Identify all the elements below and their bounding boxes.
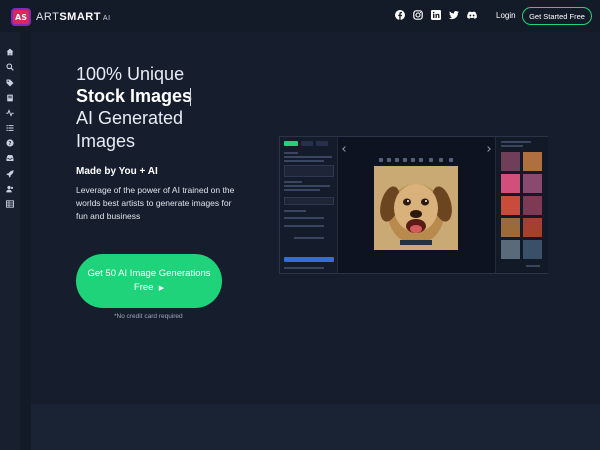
get-started-button[interactable]: Get Started Free	[522, 7, 592, 25]
discord-icon[interactable]	[467, 10, 477, 20]
gallery-thumbnail	[523, 174, 542, 193]
preview-text-line	[284, 181, 302, 183]
preview-text-line	[526, 265, 540, 267]
preview-tab	[301, 141, 313, 146]
preview-settings-panel	[280, 137, 338, 273]
preview-text-line	[284, 160, 324, 162]
svg-text:?: ?	[9, 141, 12, 147]
chevron-right-icon	[485, 146, 491, 152]
linkedin-icon[interactable]	[431, 10, 441, 20]
preview-text-line	[284, 156, 332, 158]
book-icon[interactable]	[6, 94, 14, 102]
brand-suffix: AI	[102, 15, 111, 22]
list-icon[interactable]	[6, 124, 14, 132]
hero-line-3: AI Generated	[76, 108, 184, 128]
brand-part-smart: SMART	[59, 11, 101, 23]
preview-tool-icon	[419, 158, 423, 162]
preview-tool-icon	[449, 158, 453, 162]
cta-free-label: Free	[133, 281, 154, 293]
top-header: AS ARTSMART AI Login Get Started Free	[0, 0, 600, 32]
preview-slider	[284, 217, 324, 219]
preview-tool-icon	[387, 158, 391, 162]
logo-icon[interactable]: AS	[11, 8, 31, 26]
gallery-thumbnail	[523, 240, 542, 259]
preview-tab	[284, 141, 298, 146]
rocket-icon[interactable]	[6, 170, 14, 178]
gallery-thumbnail	[501, 218, 520, 237]
chevron-left-icon	[342, 146, 348, 152]
tag-icon[interactable]	[6, 79, 14, 87]
get-free-generations-button[interactable]: Get 50 AI Image Generations Free ▶	[76, 254, 222, 308]
twitter-icon[interactable]	[449, 10, 459, 20]
cta-line-1: Get 50 AI Image Generations	[87, 267, 211, 279]
search-icon[interactable]	[6, 63, 14, 71]
home-icon[interactable]	[6, 48, 14, 56]
inbox-icon[interactable]	[6, 154, 14, 162]
preview-gallery-panel	[495, 137, 548, 273]
gallery-thumbnail	[523, 218, 542, 237]
activity-icon[interactable]	[6, 109, 14, 117]
preview-canvas-area	[339, 137, 494, 273]
table-icon[interactable]	[6, 200, 14, 208]
made-by-heading: Made by You + AI	[76, 166, 158, 177]
cta-line-2: Free ▶	[134, 281, 164, 296]
hero-description: Leverage of the power of AI trained on t…	[76, 185, 235, 221]
help-icon[interactable]: ?	[6, 139, 14, 147]
preview-text-line	[284, 210, 306, 212]
play-arrow-icon: ▶	[158, 284, 165, 292]
dog-illustration	[374, 166, 458, 250]
lower-section	[31, 404, 600, 450]
preview-slider	[284, 225, 324, 227]
gallery-thumbnail	[523, 196, 542, 215]
preview-text-line	[284, 189, 320, 191]
preview-text-line	[501, 145, 523, 147]
brand-name[interactable]: ARTSMART AI	[36, 11, 111, 23]
preview-tab	[316, 141, 328, 146]
preview-tool-icon	[429, 158, 433, 162]
preview-text-line	[284, 152, 298, 154]
preview-tool-icon	[403, 158, 407, 162]
gallery-thumbnail	[501, 174, 520, 193]
gallery-thumbnail	[501, 152, 520, 171]
preview-option-box	[284, 197, 334, 205]
no-credit-card-note: *No credit card required	[114, 313, 183, 320]
preview-prompt-box	[284, 165, 334, 177]
gallery-thumbnail	[501, 196, 520, 215]
instagram-icon[interactable]	[413, 10, 423, 20]
hero-line-4: Images	[76, 131, 136, 151]
preview-generate-button	[284, 257, 334, 262]
users-icon[interactable]	[6, 185, 14, 193]
brand-part-art: ART	[36, 11, 60, 23]
preview-tool-icon	[439, 158, 443, 162]
preview-tool-icon	[411, 158, 415, 162]
generated-dog-image	[374, 166, 458, 250]
preview-text-line	[501, 141, 531, 143]
app-preview-screenshot	[279, 136, 548, 274]
preview-text-line	[294, 237, 324, 239]
login-link[interactable]: Login	[496, 11, 516, 20]
gallery-thumbnail	[501, 240, 520, 259]
preview-text-line	[284, 185, 330, 187]
gallery-thumbnail	[523, 152, 542, 171]
typing-cursor	[190, 88, 191, 106]
facebook-icon[interactable]	[395, 10, 405, 20]
hero-line-2: Stock Images	[76, 86, 193, 106]
preview-tool-icon	[395, 158, 399, 162]
preview-text-line	[284, 267, 324, 269]
preview-tool-icon	[379, 158, 383, 162]
logo-text: AS	[15, 12, 27, 22]
sidebar: ?	[0, 32, 20, 450]
hero-line-1: 100% Unique	[76, 64, 185, 84]
